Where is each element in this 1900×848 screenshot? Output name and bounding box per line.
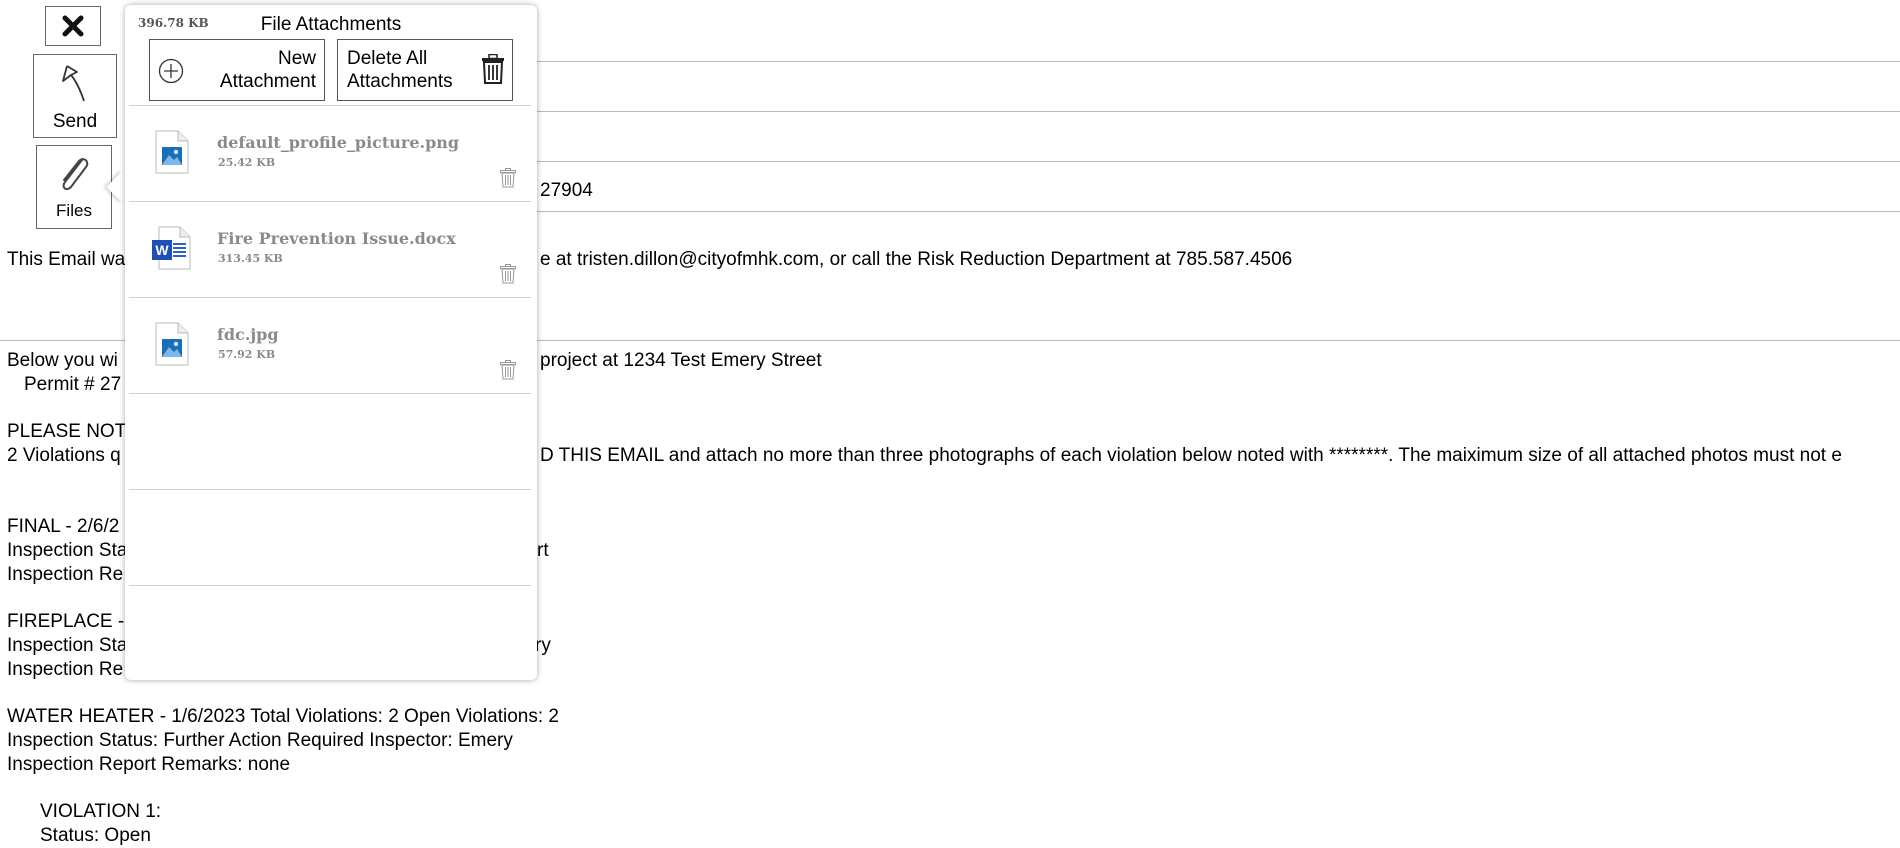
- trash-icon: [482, 54, 504, 84]
- popup-title: File Attachments: [260, 14, 402, 35]
- violations-end: D THIS EMAIL and attach no more than thr…: [540, 445, 1842, 466]
- files-label: Files: [56, 201, 92, 220]
- attachment-item[interactable]: fdc.jpg 57.92 KB: [129, 298, 531, 392]
- please-note: PLEASE NOT: [7, 421, 127, 442]
- attachment-name: fdc.jpg: [217, 325, 279, 344]
- attachment-name: default_profile_picture.png: [217, 133, 460, 152]
- water-heater-heading: WATER HEATER - 1/6/2023 Total Violations…: [7, 706, 559, 727]
- final-status-end: rt: [537, 540, 549, 561]
- violation-status: Status: Open: [40, 825, 151, 846]
- violations-start: 2 Violations q: [7, 445, 121, 466]
- permit-number-field[interactable]: 27904: [540, 179, 593, 203]
- delete-all-label: Delete All: [347, 48, 428, 69]
- list-separator: [129, 489, 531, 490]
- water-heater-remarks: Inspection Report Remarks: none: [7, 754, 291, 775]
- attachment-size: 25.42 KB: [218, 156, 276, 169]
- delete-attachment-icon[interactable]: [500, 168, 516, 188]
- email-notice-end: e at tristen.dillon@cityofmhk.com, or ca…: [540, 249, 1293, 270]
- files-button[interactable]: Files: [36, 145, 112, 229]
- attachment-item[interactable]: default_profile_picture.png 25.42 KB: [129, 106, 531, 200]
- reply-arrow-icon: [62, 65, 85, 102]
- file-attachments-popup: 396.78 KB File Attachments New Attachmen…: [125, 5, 537, 680]
- list-separator: [129, 585, 531, 586]
- word-file-icon: W: [152, 226, 191, 270]
- attachment-item[interactable]: W Fire Prevention Issue.docx 313.45 KB: [129, 202, 531, 296]
- final-status: Inspection Sta: [7, 540, 128, 561]
- final-remarks: Inspection Re: [7, 564, 124, 585]
- header-divider: [535, 111, 1900, 112]
- svg-text:W: W: [155, 242, 169, 258]
- close-button[interactable]: [45, 6, 101, 46]
- send-button[interactable]: Send: [33, 54, 117, 138]
- attachment-name: Fire Prevention Issue.docx: [217, 229, 456, 248]
- delete-attachment-icon[interactable]: [500, 360, 516, 380]
- image-file-icon: [155, 322, 189, 366]
- permit-line: Permit # 27: [24, 374, 122, 395]
- close-icon: [62, 15, 84, 37]
- final-heading: FINAL - 2/6/2: [7, 516, 120, 537]
- attachment-size: 57.92 KB: [218, 348, 276, 361]
- paperclip-icon: [62, 158, 89, 191]
- body-intro-end: project at 1234 Test Emery Street: [540, 350, 822, 371]
- image-file-icon: [155, 130, 189, 174]
- header-divider: [535, 211, 1900, 212]
- plus-circle-icon: [158, 58, 184, 84]
- fireplace-heading: FIREPLACE -: [7, 611, 125, 632]
- fireplace-status-end: ry: [535, 635, 551, 656]
- delete-all-attachments-button[interactable]: Delete All Attachments: [337, 39, 513, 101]
- list-separator: [129, 393, 531, 394]
- send-label: Send: [52, 111, 98, 132]
- water-heater-status: Inspection Status: Further Action Requir…: [7, 730, 513, 751]
- delete-all-label: Attachments: [347, 71, 453, 92]
- body-intro-start: Below you wi: [7, 350, 118, 371]
- header-divider: [535, 161, 1900, 162]
- header-divider: [535, 61, 1900, 62]
- fireplace-remarks: Inspection Re: [7, 659, 124, 680]
- violation-heading: VIOLATION 1:: [40, 801, 162, 822]
- new-attachment-button[interactable]: New Attachment: [149, 39, 325, 101]
- email-notice-start: This Email wa: [7, 249, 126, 270]
- fireplace-status: Inspection Sta: [7, 635, 128, 656]
- new-attachment-label: New: [277, 48, 316, 69]
- new-attachment-label: Attachment: [219, 71, 316, 92]
- delete-attachment-icon[interactable]: [500, 264, 516, 284]
- attachment-size: 313.45 KB: [218, 252, 283, 265]
